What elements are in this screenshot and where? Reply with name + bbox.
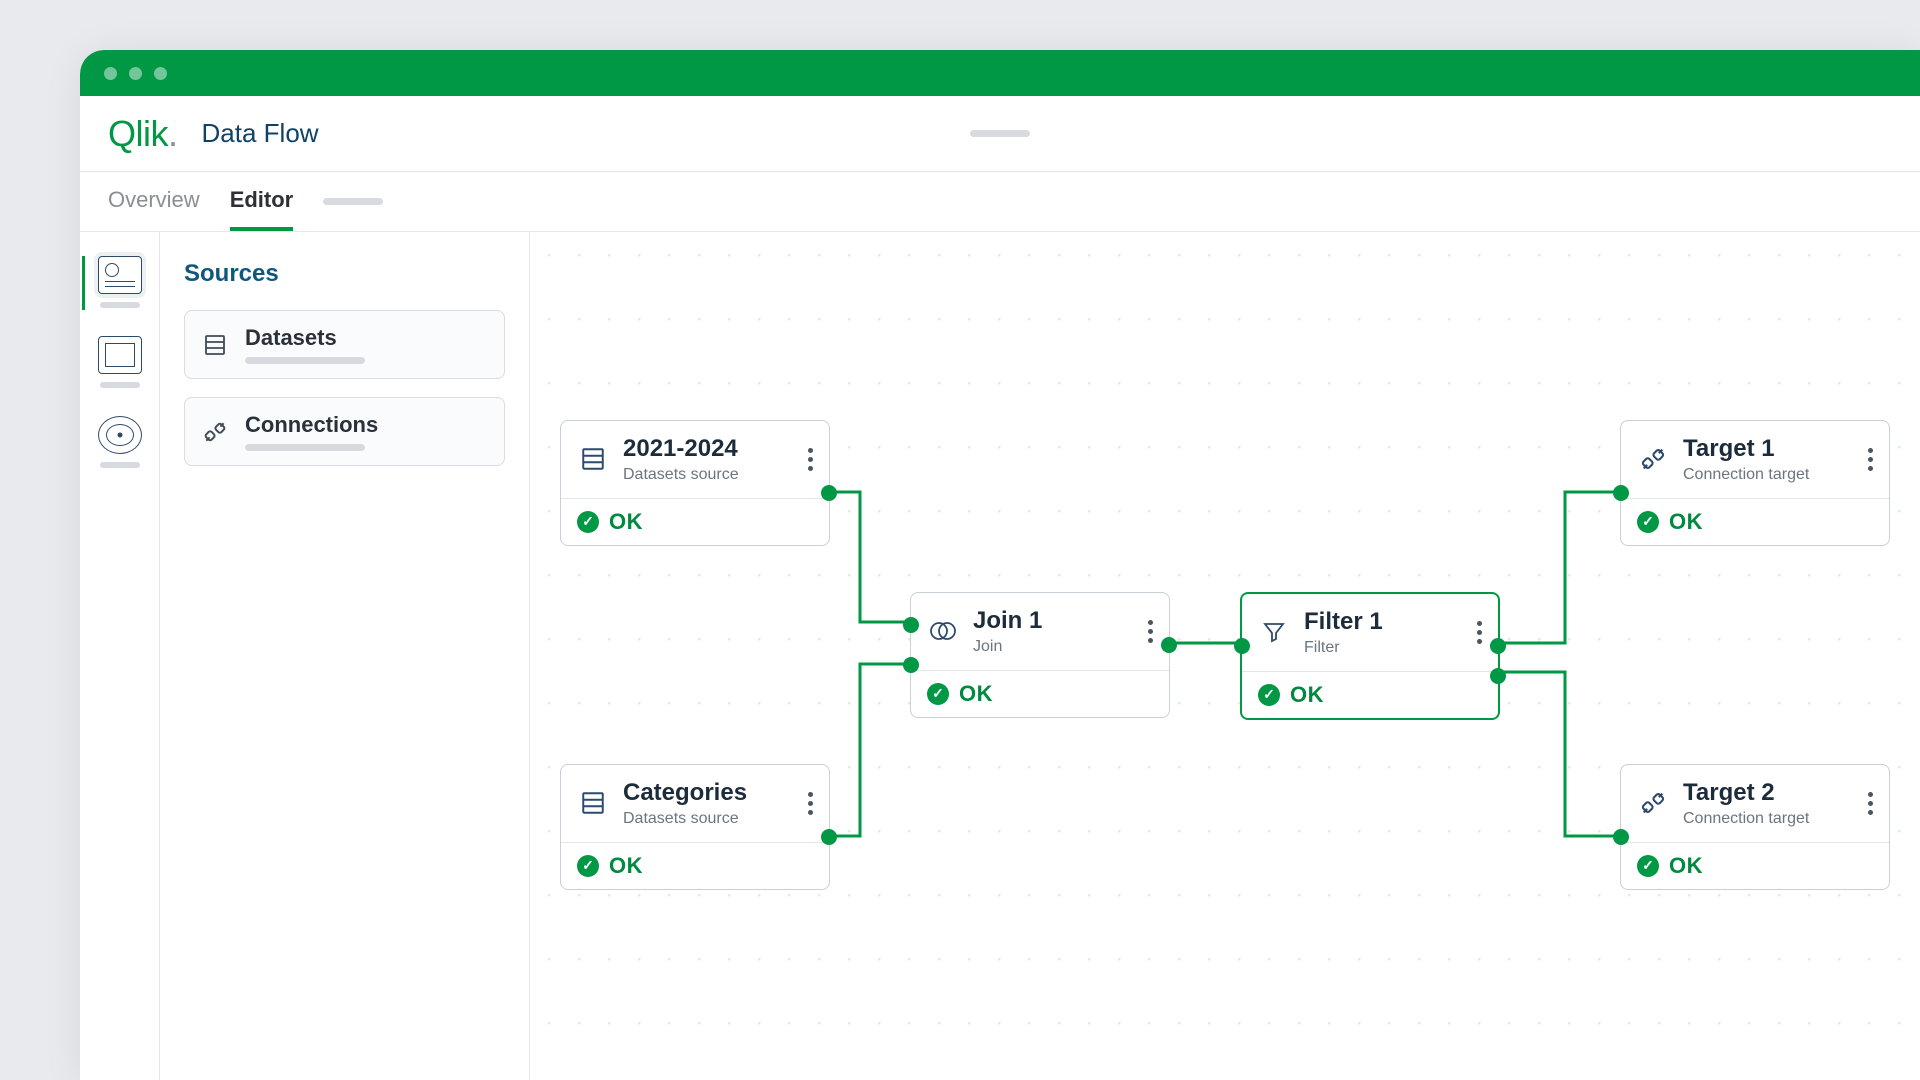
header-placeholder [970,130,1030,137]
node-menu-button[interactable] [1861,788,1879,819]
node-status: ✓ OK [561,842,829,889]
status-text: OK [609,509,643,535]
status-text: OK [959,681,993,707]
rail-label-placeholder [100,382,140,388]
source-label: Datasets [245,325,488,351]
dataset-icon [201,331,229,359]
node-subtitle: Datasets source [623,466,787,484]
source-subtitle-placeholder [245,357,365,364]
node-target-2[interactable]: Target 2 Connection target ✓ OK [1620,764,1890,890]
status-text: OK [1290,682,1324,708]
status-text: OK [1669,853,1703,879]
tab-placeholder [323,198,383,205]
output-port[interactable] [821,485,837,501]
source-item-datasets[interactable]: Datasets [184,310,505,379]
filter-icon [1258,616,1290,648]
rail-item-diagram[interactable] [96,256,144,308]
tabs: Overview Editor [80,172,1920,232]
tab-editor[interactable]: Editor [230,172,294,231]
page-title: Data Flow [202,118,319,149]
output-port[interactable] [821,829,837,845]
node-subtitle: Filter [1304,639,1456,657]
node-menu-button[interactable] [1141,616,1159,647]
node-status: ✓ OK [911,670,1169,717]
rail-item-target[interactable] [96,416,144,468]
check-icon: ✓ [1637,511,1659,533]
connection-icon [201,418,229,446]
node-subtitle: Join [973,638,1127,656]
source-item-connections[interactable]: Connections [184,397,505,466]
check-icon: ✓ [577,511,599,533]
rail-label-placeholder [100,462,140,468]
input-port[interactable] [903,657,919,673]
node-menu-button[interactable] [1861,444,1879,475]
diagram-icon [98,256,142,294]
node-status: ✓ OK [1621,498,1889,545]
node-title: 2021-2024 [623,435,787,463]
node-source-2021-2024[interactable]: 2021-2024 Datasets source ✓ OK [560,420,830,546]
target-icon [98,416,142,454]
check-icon: ✓ [1258,684,1280,706]
input-port[interactable] [903,617,919,633]
node-join-1[interactable]: Join 1 Join ✓ OK [910,592,1170,718]
dataset-icon [577,787,609,819]
output-port[interactable] [1161,637,1177,653]
node-title: Target 1 [1683,435,1847,463]
window-dot [154,67,167,80]
dataset-icon [577,443,609,475]
node-status: ✓ OK [1621,842,1889,889]
app-header: Qlik. Data Flow [80,96,1920,172]
connection-icon [1637,443,1669,475]
node-menu-button[interactable] [1470,617,1488,648]
check-icon: ✓ [577,855,599,877]
status-text: OK [1669,509,1703,535]
node-title: Filter 1 [1304,608,1456,636]
input-port[interactable] [1234,638,1250,654]
connection-icon [1637,787,1669,819]
node-filter-1[interactable]: Filter 1 Filter ✓ OK [1240,592,1500,720]
node-subtitle: Connection target [1683,466,1847,484]
status-text: OK [609,853,643,879]
node-menu-button[interactable] [801,444,819,475]
input-port[interactable] [1613,485,1629,501]
window-dot [104,67,117,80]
flow-canvas[interactable]: 2021-2024 Datasets source ✓ OK Categorie… [530,232,1920,1080]
node-status: ✓ OK [1242,671,1498,718]
rail-item-component[interactable] [96,336,144,388]
browser-frame: Qlik. Data Flow Overview Editor Sources [80,50,1920,1080]
output-port[interactable] [1490,638,1506,654]
window-title-bar [80,50,1920,96]
flow-connectors [530,232,1920,1080]
node-target-1[interactable]: Target 1 Connection target ✓ OK [1620,420,1890,546]
node-status: ✓ OK [561,498,829,545]
node-title: Categories [623,779,787,807]
node-title: Join 1 [973,607,1127,635]
node-source-categories[interactable]: Categories Datasets source ✓ OK [560,764,830,890]
check-icon: ✓ [927,683,949,705]
input-port[interactable] [1613,829,1629,845]
tab-overview[interactable]: Overview [108,172,200,231]
join-icon [927,615,959,647]
node-subtitle: Connection target [1683,810,1847,828]
left-rail [80,232,160,1080]
source-subtitle-placeholder [245,444,365,451]
node-title: Target 2 [1683,779,1847,807]
check-icon: ✓ [1637,855,1659,877]
panel-title: Sources [184,260,505,288]
rail-label-placeholder [100,302,140,308]
node-subtitle: Datasets source [623,810,787,828]
sources-panel: Sources Datasets Connections [160,232,530,1080]
chip-icon [98,336,142,374]
output-port[interactable] [1490,668,1506,684]
source-label: Connections [245,412,488,438]
brand-logo: Qlik. [108,113,178,155]
node-menu-button[interactable] [801,788,819,819]
workspace: Sources Datasets Connections [80,232,1920,1080]
window-dot [129,67,142,80]
